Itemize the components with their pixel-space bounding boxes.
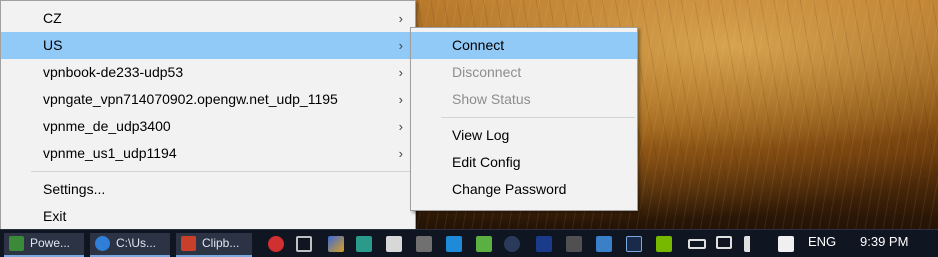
taskbar-button-explorer[interactable]: C:\Us...	[90, 233, 170, 257]
clipboard-icon	[181, 236, 196, 251]
menu-item-exit[interactable]: Exit	[1, 203, 415, 230]
menu-item-vpnme-us1[interactable]: vpnme_us1_udp1194 ›	[1, 140, 415, 167]
menu-item-label: Change Password	[452, 181, 567, 197]
openvpn-context-menu: CZ › US › vpnbook-de233-udp53 › vpngate_…	[0, 0, 416, 238]
menu-item-label: Settings...	[43, 181, 106, 197]
clock[interactable]: 9:39 PM	[860, 234, 908, 249]
submenu-item-connect[interactable]: Connect	[411, 32, 637, 59]
menu-item-label: vpnme_de_udp3400	[43, 118, 171, 134]
submenu-item-view-log[interactable]: View Log	[411, 122, 637, 149]
connection-submenu: Connect Disconnect Show Status View Log …	[410, 27, 638, 211]
taskbar: Powe... C:\Us... Clipb... ENG 9:39 PM	[0, 229, 938, 257]
menu-item-vpnme-de[interactable]: vpnme_de_udp3400 ›	[1, 113, 415, 140]
menu-item-vpngate[interactable]: vpngate_vpn714070902.opengw.net_udp_1195…	[1, 86, 415, 113]
menu-separator	[441, 117, 635, 118]
steam-icon[interactable]	[504, 236, 520, 252]
submenu-item-edit-config[interactable]: Edit Config	[411, 149, 637, 176]
menu-item-us[interactable]: US ›	[1, 32, 415, 59]
chevron-right-icon: ›	[398, 11, 403, 26]
chevron-right-icon: ›	[398, 92, 403, 107]
notification-icon[interactable]	[778, 236, 794, 252]
chevron-right-icon: ›	[398, 38, 403, 53]
dolby-tray-icon[interactable]	[626, 236, 642, 252]
menu-item-label: Disconnect	[452, 64, 522, 80]
menu-item-label: vpnme_us1_udp1194	[43, 145, 177, 161]
app-tray-icon[interactable]	[268, 236, 284, 252]
app-tray-icon[interactable]	[328, 236, 344, 252]
menu-separator	[31, 171, 413, 172]
taskbar-button-clipboard[interactable]: Clipb...	[176, 233, 252, 257]
lock-icon[interactable]	[536, 236, 552, 252]
network-icon[interactable]	[716, 236, 732, 249]
menu-item-label: CZ	[43, 10, 62, 26]
menu-item-label: Exit	[43, 208, 67, 224]
list-tray-icon[interactable]	[566, 236, 582, 252]
menu-item-cz[interactable]: CZ ›	[1, 5, 415, 32]
ie-icon	[95, 236, 110, 251]
chevron-right-icon: ›	[398, 119, 403, 134]
menu-item-vpnbook-de233[interactable]: vpnbook-de233-udp53 ›	[1, 59, 415, 86]
submenu-item-disconnect: Disconnect	[411, 59, 637, 86]
taskbar-button-label: Clipb...	[202, 236, 240, 250]
network-tray-icon[interactable]	[596, 236, 612, 252]
submenu-item-change-password[interactable]: Change Password	[411, 176, 637, 203]
menu-item-label: View Log	[452, 127, 510, 143]
nvidia-icon[interactable]	[656, 236, 672, 252]
taskbar-button-label: Powe...	[30, 236, 71, 250]
taskbar-button-label: C:\Us...	[116, 236, 157, 250]
submenu-item-show-status: Show Status	[411, 86, 637, 113]
menu-item-label: US	[43, 37, 63, 53]
taskbar-button-powershell[interactable]: Powe...	[4, 233, 84, 257]
grid-tray-icon[interactable]	[296, 236, 312, 252]
volume-icon[interactable]	[744, 236, 758, 252]
menu-item-settings[interactable]: Settings...	[1, 176, 415, 203]
monitor-tray-icon[interactable]	[446, 236, 462, 252]
language-indicator[interactable]: ENG	[808, 234, 836, 249]
chevron-right-icon: ›	[398, 65, 403, 80]
battery-icon[interactable]	[688, 239, 706, 249]
window-tray-icon[interactable]	[386, 236, 402, 252]
app-tray-icon[interactable]	[356, 236, 372, 252]
menu-item-label: Connect	[452, 37, 505, 53]
powershell-icon	[9, 236, 24, 251]
download-tray-icon[interactable]	[476, 236, 492, 252]
chevron-right-icon: ›	[398, 146, 403, 161]
menu-item-label: Show Status	[452, 91, 531, 107]
printer-tray-icon[interactable]	[416, 236, 432, 252]
menu-item-label: vpnbook-de233-udp53	[43, 64, 184, 80]
menu-item-label: vpngate_vpn714070902.opengw.net_udp_1195	[43, 91, 338, 107]
menu-item-label: Edit Config	[452, 154, 521, 170]
